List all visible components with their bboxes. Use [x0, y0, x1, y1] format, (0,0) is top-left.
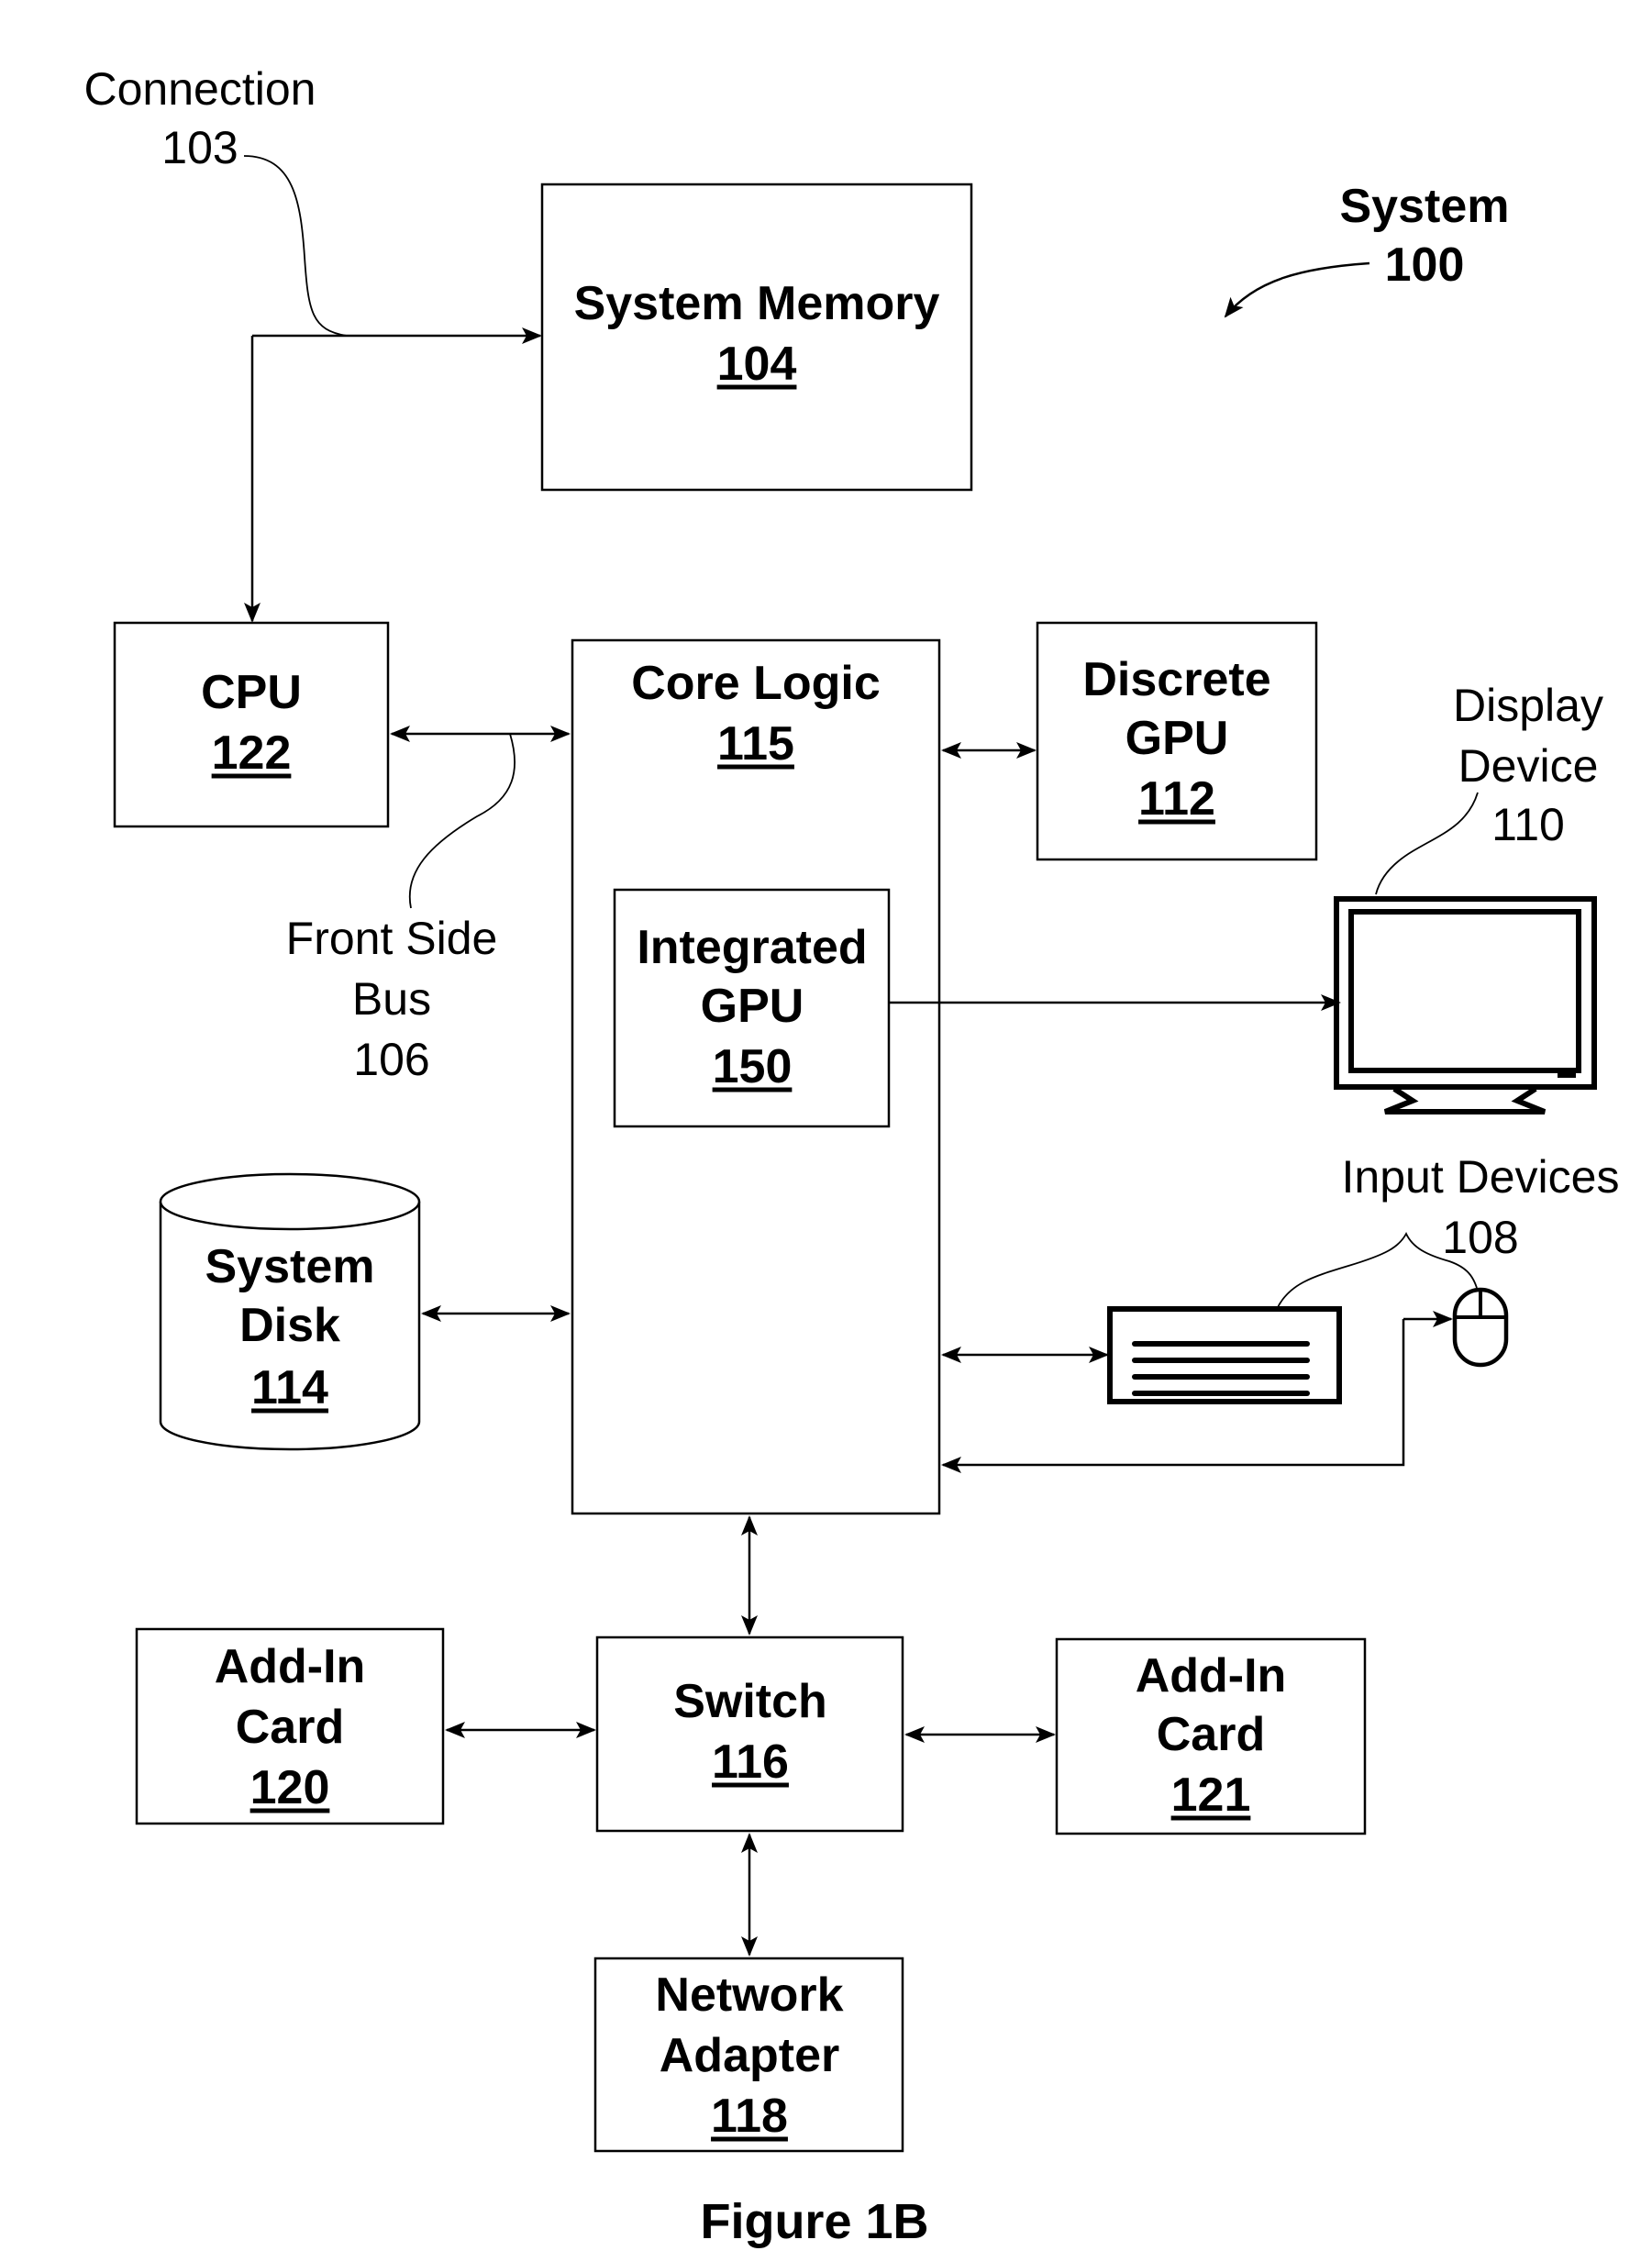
add-in-card-120-number: 120: [250, 1761, 330, 1814]
core-logic-label: Core Logic: [631, 657, 881, 710]
connection-label: Connection: [84, 63, 316, 115]
display-device-callout: Display Device 110: [1375, 680, 1603, 895]
system-disk-label: System: [205, 1240, 375, 1293]
switch-block[interactable]: Switch 116: [595, 1636, 904, 1833]
system-memory-label: System Memory: [574, 277, 940, 330]
system-pointer-arrow: [1224, 261, 1370, 318]
front-side-bus-label: Front Side: [286, 913, 498, 964]
system-memory-block[interactable]: System Memory 104: [540, 183, 973, 492]
system-disk-cylinder[interactable]: System Disk 114: [159, 1172, 421, 1451]
discrete-gpu-block[interactable]: Discrete GPU 112: [1036, 621, 1318, 861]
system-disk-label-2: Disk: [239, 1299, 340, 1352]
add-in-card-120-block[interactable]: Add-In Card 120: [135, 1627, 445, 1825]
input-devices-label: Input Devices: [1342, 1151, 1620, 1203]
mouse-icon[interactable]: [1452, 1287, 1509, 1368]
connection-callout: Connection 103: [84, 63, 348, 337]
add-in-card-121-label-2: Card: [1157, 1708, 1265, 1761]
front-side-bus-label-2: Bus: [352, 973, 431, 1025]
core-logic-number: 115: [717, 717, 794, 771]
system-label: System: [1340, 180, 1510, 233]
system-memory-number: 104: [717, 338, 797, 391]
switch-label: Switch: [673, 1675, 827, 1728]
add-in-card-120-label: Add-In: [215, 1640, 366, 1693]
keyboard-icon[interactable]: [1107, 1306, 1342, 1404]
integrated-gpu-number: 150: [713, 1040, 793, 1093]
system-reference: System 100: [1224, 180, 1510, 318]
network-adapter-number: 118: [711, 2090, 788, 2143]
network-adapter-label: Network: [655, 1968, 843, 2022]
display-device-number: 110: [1491, 799, 1565, 850]
cpu-label: CPU: [201, 666, 302, 719]
integrated-gpu-label: Integrated: [637, 921, 867, 974]
system-disk-number: 114: [251, 1361, 328, 1414]
connection-number: 103: [161, 122, 238, 173]
discrete-gpu-label-2: GPU: [1125, 712, 1229, 765]
discrete-gpu-number: 112: [1138, 772, 1215, 826]
add-in-card-121-number: 121: [1171, 1769, 1251, 1822]
system-block-diagram: Connection 103 System Memory 104 System …: [84, 63, 1620, 2249]
display-device-label-2: Device: [1458, 740, 1599, 792]
system-number: 100: [1385, 238, 1465, 292]
cpu-number: 122: [212, 726, 292, 780]
cpu-block[interactable]: CPU 122: [113, 621, 390, 828]
connection-leader-line: [243, 155, 348, 337]
network-adapter-label-2: Adapter: [660, 2029, 839, 2082]
switch-number: 116: [712, 1735, 789, 1789]
discrete-gpu-label: Discrete: [1082, 653, 1270, 706]
input-devices-number: 108: [1442, 1212, 1518, 1263]
front-side-bus-leader-line: [408, 733, 516, 909]
figure-title: Figure 1B: [700, 2194, 928, 2249]
integrated-gpu-block[interactable]: Integrated GPU 150: [613, 888, 891, 1128]
display-device-leader-line: [1375, 792, 1479, 895]
front-side-bus-number: 106: [353, 1034, 429, 1085]
add-in-card-120-label-2: Card: [236, 1701, 344, 1754]
add-in-card-121-label: Add-In: [1136, 1649, 1287, 1702]
network-adapter-block[interactable]: Network Adapter 118: [593, 1957, 904, 2153]
display-monitor-icon[interactable]: [1334, 896, 1597, 1114]
add-in-card-121-block[interactable]: Add-In Card 121: [1055, 1637, 1367, 1835]
integrated-gpu-label-2: GPU: [701, 980, 804, 1033]
display-device-label: Display: [1453, 680, 1603, 731]
input-devices-callout: Input Devices 108: [1276, 1151, 1620, 1310]
